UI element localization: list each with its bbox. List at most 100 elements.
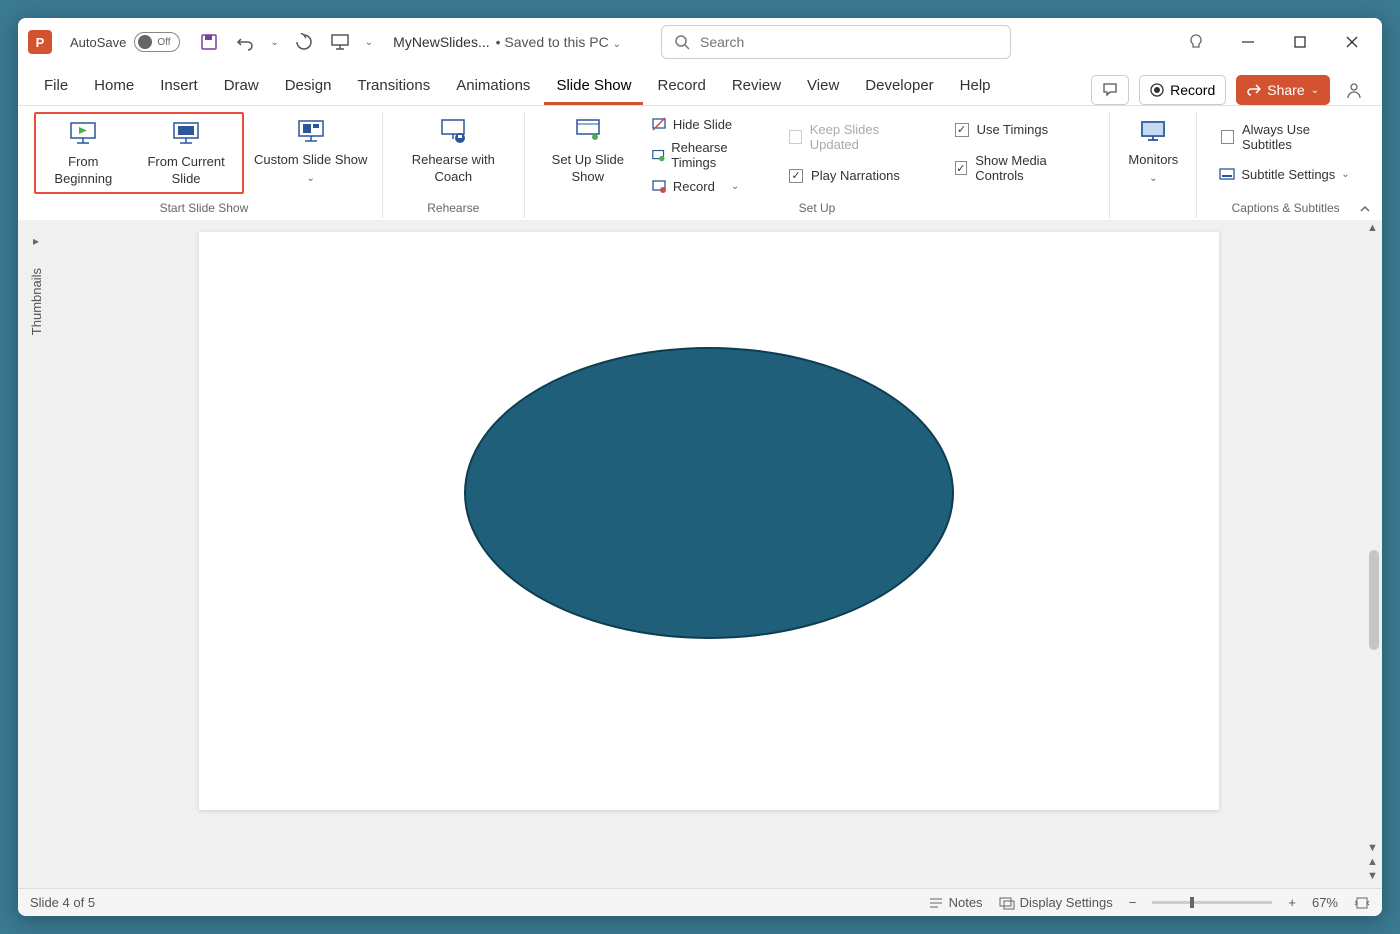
- undo-button[interactable]: [234, 31, 256, 53]
- slide-canvas-area[interactable]: [54, 220, 1364, 888]
- group-rehearse: Rehearse with Coach Rehearse: [383, 112, 525, 218]
- highlighted-group: From Beginning From Current Slide: [34, 112, 244, 194]
- tab-insert[interactable]: Insert: [148, 69, 210, 105]
- tab-help[interactable]: Help: [948, 69, 1003, 105]
- minimize-button[interactable]: [1236, 30, 1260, 54]
- tab-developer[interactable]: Developer: [853, 69, 945, 105]
- hide-slide-label: Hide Slide: [673, 117, 732, 132]
- statusbar: Slide 4 of 5 Notes Display Settings − + …: [18, 888, 1382, 916]
- workspace: ▸ Thumbnails ▲ ▼ ▲ ▼: [18, 220, 1382, 888]
- always-subtitles-check[interactable]: Always Use Subtitles: [1215, 118, 1356, 156]
- custom-show-label: Custom Slide Show ⌄: [254, 152, 368, 186]
- display-settings-icon: [999, 896, 1015, 910]
- zoom-out-button[interactable]: −: [1129, 895, 1137, 910]
- setup-checks-col2: ✓ Use Timings ✓ Show Media Controls: [939, 112, 1102, 193]
- tab-file[interactable]: File: [32, 69, 80, 105]
- checkbox-icon: [1221, 130, 1234, 144]
- tab-review[interactable]: Review: [720, 69, 793, 105]
- zoom-slider-thumb[interactable]: [1190, 897, 1194, 908]
- vertical-scrollbar[interactable]: ▲ ▼ ▲ ▼: [1364, 220, 1382, 888]
- tab-draw[interactable]: Draw: [212, 69, 271, 105]
- save-status: • Saved to this PC ⌄: [496, 34, 621, 50]
- thumbnails-label[interactable]: Thumbnails: [29, 268, 44, 335]
- tab-home[interactable]: Home: [82, 69, 146, 105]
- keep-slides-updated-check: Keep Slides Updated: [783, 118, 925, 156]
- notes-label: Notes: [949, 895, 983, 910]
- maximize-button[interactable]: [1288, 30, 1312, 54]
- search-box[interactable]: [661, 25, 1011, 59]
- setup-label: Set Up Slide Show: [539, 152, 637, 186]
- record-small-label: Record: [673, 179, 715, 194]
- window-controls: [1184, 30, 1372, 54]
- group-label-monitors: [1152, 198, 1155, 218]
- lightbulb-icon[interactable]: [1184, 30, 1208, 54]
- coach-label: Rehearse with Coach: [397, 152, 510, 186]
- group-start-slide-show: From Beginning From Current Slide Custom…: [26, 112, 383, 218]
- display-settings-button[interactable]: Display Settings: [999, 895, 1113, 910]
- record-dropdown-button[interactable]: Record ⌄: [647, 176, 769, 196]
- titlebar: P AutoSave Off ⌄ ⌄ MyNewSlid: [18, 18, 1382, 66]
- oval-shape[interactable]: [464, 347, 954, 639]
- subtitle-settings-button[interactable]: Subtitle Settings ⌄: [1215, 164, 1356, 184]
- from-current-slide-button[interactable]: From Current Slide: [131, 114, 242, 192]
- hide-slide-button[interactable]: Hide Slide: [647, 114, 769, 134]
- from-beginning-button[interactable]: From Beginning: [36, 114, 131, 192]
- scrollbar-thumb[interactable]: [1369, 550, 1379, 650]
- present-from-beginning-button[interactable]: [329, 31, 351, 53]
- tabs-right-group: Record Share ⌄: [1091, 75, 1368, 105]
- slide-counter[interactable]: Slide 4 of 5: [30, 895, 95, 910]
- expand-thumbnails-button[interactable]: ▸: [33, 234, 39, 248]
- next-slide-button[interactable]: ▼: [1367, 870, 1378, 882]
- prev-slide-button[interactable]: ▲: [1367, 856, 1378, 868]
- autosave-state: Off: [157, 37, 170, 48]
- zoom-in-button[interactable]: +: [1288, 895, 1296, 910]
- qat-customize-arrow[interactable]: ⌄: [365, 37, 373, 48]
- play-narrations-check[interactable]: ✓ Play Narrations: [783, 164, 925, 187]
- fit-to-window-button[interactable]: [1354, 896, 1370, 910]
- comment-icon: [1102, 82, 1118, 98]
- monitors-label: Monitors⌄: [1128, 152, 1178, 186]
- custom-show-icon: [295, 116, 327, 148]
- save-button[interactable]: [198, 31, 220, 53]
- record-button[interactable]: Record: [1139, 75, 1226, 105]
- app-icon: P: [28, 30, 52, 54]
- collapse-ribbon-button[interactable]: [1358, 202, 1372, 216]
- tab-record[interactable]: Record: [645, 69, 717, 105]
- rehearse-timings-button[interactable]: Rehearse Timings: [647, 138, 769, 172]
- checkbox-icon: ✓: [789, 169, 803, 183]
- tab-slide-show[interactable]: Slide Show: [544, 69, 643, 105]
- zoom-level[interactable]: 67%: [1312, 895, 1338, 910]
- account-button[interactable]: [1340, 76, 1368, 104]
- quick-access-toolbar: ⌄ ⌄: [198, 31, 373, 53]
- checkbox-icon: ✓: [955, 123, 969, 137]
- undo-dropdown-arrow[interactable]: ⌄: [270, 37, 278, 48]
- scroll-down-arrow[interactable]: ▼: [1367, 842, 1378, 854]
- search-input[interactable]: [700, 34, 998, 50]
- tab-transitions[interactable]: Transitions: [345, 69, 442, 105]
- show-media-controls-check[interactable]: ✓ Show Media Controls: [949, 149, 1092, 187]
- tab-view[interactable]: View: [795, 69, 851, 105]
- tab-animations[interactable]: Animations: [444, 69, 542, 105]
- setup-slide-show-button[interactable]: Set Up Slide Show: [533, 112, 643, 190]
- scroll-up-arrow[interactable]: ▲: [1367, 222, 1378, 234]
- close-button[interactable]: [1340, 30, 1364, 54]
- zoom-slider[interactable]: [1152, 901, 1272, 904]
- thumbnails-pane-collapsed: ▸ Thumbnails: [18, 220, 54, 888]
- checkbox-icon: ✓: [955, 161, 968, 175]
- use-timings-check[interactable]: ✓ Use Timings: [949, 118, 1092, 141]
- redo-button[interactable]: [293, 31, 315, 53]
- comments-button[interactable]: [1091, 75, 1129, 105]
- slide[interactable]: [199, 232, 1219, 810]
- rehearse-with-coach-button[interactable]: Rehearse with Coach: [391, 112, 516, 190]
- play-narrations-label: Play Narrations: [811, 168, 900, 183]
- tab-design[interactable]: Design: [273, 69, 344, 105]
- custom-slide-show-button[interactable]: Custom Slide Show ⌄: [248, 112, 374, 190]
- group-label-rehearse: Rehearse: [427, 198, 479, 218]
- document-title[interactable]: MyNewSlides... • Saved to this PC ⌄: [393, 34, 621, 50]
- statusbar-right: Notes Display Settings − + 67%: [928, 895, 1370, 910]
- share-button[interactable]: Share ⌄: [1236, 75, 1330, 105]
- monitors-button[interactable]: Monitors⌄: [1118, 112, 1188, 190]
- setup-icon: [572, 116, 604, 148]
- autosave-toggle[interactable]: Off: [134, 32, 180, 52]
- notes-button[interactable]: Notes: [928, 895, 983, 910]
